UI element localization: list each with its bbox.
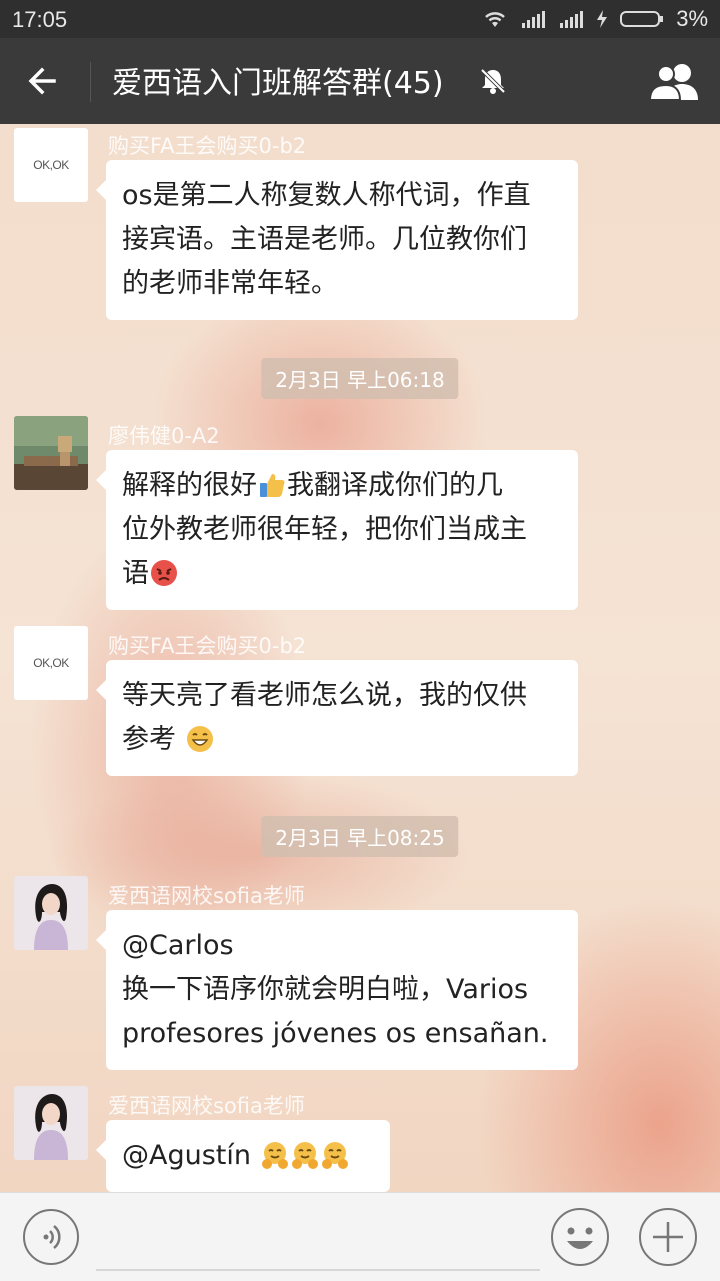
hugging-face-icon (291, 1141, 318, 1169)
hugging-face-icon (321, 1141, 348, 1169)
message-text: 我翻译成你们的几 (287, 470, 503, 501)
battery-level: 3% (676, 6, 708, 31)
wifi-icon (485, 12, 506, 27)
message-text: 参考 (122, 724, 176, 755)
sender-name: 爱西语网校sofia老师 (108, 1094, 305, 1118)
voice-icon[interactable] (22, 1208, 80, 1266)
sender-name: 购买FA王会购买0-b2 (108, 634, 307, 658)
message-bubble[interactable]: os是第二人称复数人称代词，作直 接宾语。主语是老师。几位教你们 的老师非常年轻… (96, 160, 578, 320)
chat-area[interactable]: OK,OK 购买FA王会购买0-b2 os是第二人称复数人称代词，作直 接宾语。… (0, 124, 720, 1192)
message-text: 位外教老师很年轻，把你们当成主 (122, 514, 527, 545)
message-text: 接宾语。主语是老师。几位教你们 (122, 224, 527, 255)
message-bubble[interactable]: 解释的很好 我翻译成你们的几 位外教老师很年轻，把你们当成主 语 (96, 450, 578, 610)
message-text: profesores jóvenes os ensañan. (122, 1018, 549, 1049)
timestamp: 2月3日 早上08:25 (261, 816, 459, 857)
signal-icon (522, 11, 546, 28)
avatar-image (14, 416, 88, 490)
status-bar: 17:05 3% (0, 0, 720, 38)
avatar[interactable] (14, 876, 88, 950)
angry-face-icon (151, 559, 177, 586)
thumbs-up-icon (260, 473, 285, 497)
message-bubble[interactable]: @Carlos 换一下语序你就会明白啦，Varios profesores jó… (96, 910, 578, 1070)
sender-name: 购买FA王会购买0-b2 (108, 134, 307, 158)
back-arrow-icon[interactable] (24, 58, 70, 104)
battery-icon (620, 11, 664, 27)
sender-name: 爱西语网校sofia老师 (108, 884, 305, 908)
avatar[interactable] (14, 1086, 88, 1160)
message-bubble[interactable]: @Agustín (96, 1120, 390, 1192)
title-bar: 爱西语入门班解答群(45) (0, 38, 720, 124)
avatar-image (14, 1086, 88, 1160)
grinning-face-icon (186, 725, 213, 752)
message-text: 解释的很好 (122, 470, 257, 501)
message-line: 解释的很好 我翻译成你们的几 (122, 464, 562, 508)
message-text: 语 (122, 558, 149, 589)
message-bubble[interactable]: 等天亮了看老师怎么说，我的仅供 参考 (96, 660, 578, 776)
charging-icon (597, 10, 608, 28)
avatar-text: OK,OK (33, 656, 69, 670)
input-bar (0, 1192, 720, 1281)
chat-title: 爱西语入门班解答群(45) (112, 66, 444, 101)
timestamp: 2月3日 早上06:18 (261, 358, 459, 399)
smiley-icon[interactable] (550, 1207, 610, 1267)
people-icon[interactable] (648, 60, 702, 104)
avatar-text: OK,OK (33, 158, 69, 172)
avatar[interactable]: OK,OK (14, 626, 88, 700)
avatar[interactable] (14, 416, 88, 490)
message-text: @Carlos (122, 930, 234, 961)
message-line: @Agustín (122, 1134, 374, 1178)
message-text: @Agustín (122, 1140, 251, 1171)
message-line: 语 (122, 552, 562, 596)
bell-off-icon (480, 68, 506, 94)
message-line: 参考 (122, 718, 562, 762)
message-text: 等天亮了看老师怎么说，我的仅供 (122, 680, 527, 711)
status-time: 17:05 (12, 7, 68, 32)
avatar[interactable]: OK,OK (14, 128, 88, 202)
header-divider (90, 62, 91, 102)
avatar-image (14, 876, 88, 950)
plus-icon[interactable] (638, 1207, 698, 1267)
status-icons: 3% (482, 6, 708, 32)
signal-icon-2 (560, 11, 584, 28)
message-input[interactable] (96, 1213, 540, 1271)
message-text: os是第二人称复数人称代词，作直 (122, 180, 531, 211)
sender-name: 廖伟健0-A2 (108, 424, 220, 448)
message-text: 换一下语序你就会明白啦，Varios (122, 974, 529, 1005)
message-text: 的老师非常年轻。 (122, 268, 338, 299)
hugging-face-icon (261, 1141, 288, 1169)
